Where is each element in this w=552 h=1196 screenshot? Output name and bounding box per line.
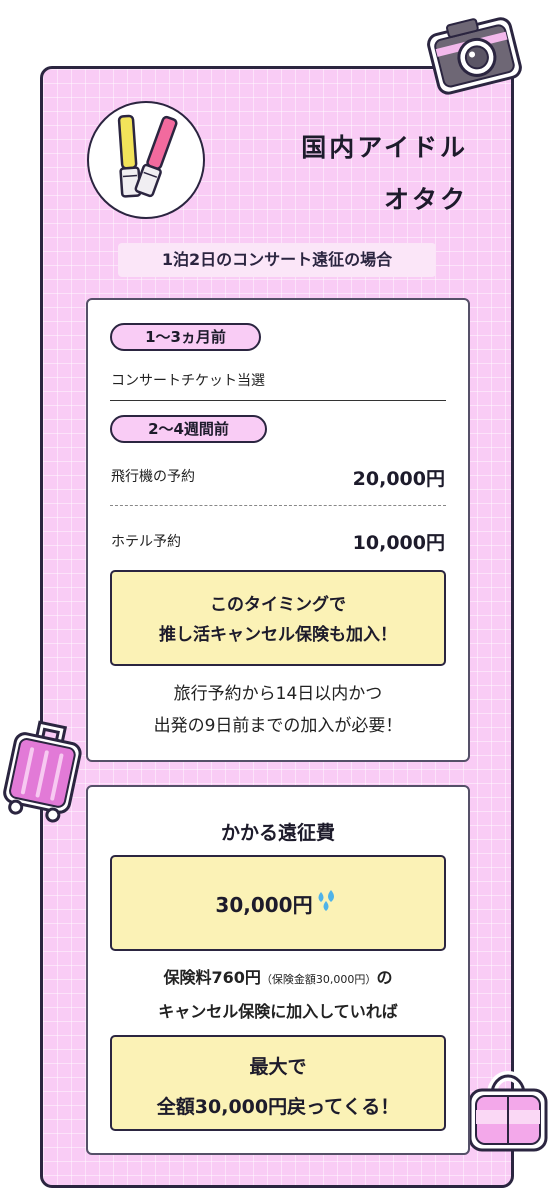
penlight-icon	[117, 114, 178, 198]
ticket-won-text: コンサートチケット当選	[111, 373, 265, 389]
premium-line-1: 保険料760円（保険金額30,000円）の	[86, 962, 470, 996]
insurance-callout: このタイミングで 推し活キャンセル保険も加入！	[110, 570, 446, 666]
step1-badge: 1〜3ヵ月前	[110, 323, 261, 351]
suitcase-icon	[3, 720, 82, 823]
refund-line-1: 最大で	[249, 1056, 307, 1078]
flight-price: 20,000円	[352, 468, 445, 490]
callout-line-1: このタイミングで	[210, 595, 346, 615]
camera-icon	[427, 17, 522, 95]
title-line-2: オタク	[383, 185, 468, 214]
refund-callout: 最大で 全額30,000円戻ってくる！	[110, 1035, 446, 1131]
cost-amount-box: 30,000円	[110, 855, 446, 951]
cost-amount: 30,000円	[215, 892, 313, 917]
refund-line-2: 全額30,000円戻ってくる！	[156, 1096, 400, 1118]
premium-amount: 保険料760円	[163, 968, 261, 987]
premium-note: 保険料760円（保険金額30,000円）の キャンセル保険に加入していれば	[86, 962, 470, 1028]
coverage-amount: （保険金額30,000円）	[260, 973, 377, 986]
note-line-1: 旅行予約から14日以内かつ	[173, 684, 383, 704]
note-line-2: 出発の9日前までの加入が必要！	[153, 716, 403, 736]
premium-suffix: の	[376, 968, 393, 987]
divider	[110, 400, 446, 401]
scenario-subtitle: 1泊2日のコンサート遠征の場合	[118, 243, 436, 277]
hotel-label: ホテル予約	[111, 534, 181, 550]
title-line-1: 国内アイドル	[301, 133, 468, 162]
step2-badge: 2〜4週間前	[110, 415, 267, 443]
page-title: 国内アイドル オタク	[301, 122, 468, 226]
callout-line-2: 推し活キャンセル保険も加入！	[159, 625, 397, 645]
flight-label: 飛行機の予約	[111, 469, 195, 485]
dashed-divider	[110, 505, 446, 506]
sweat-drops-icon	[318, 890, 334, 911]
bag-icon	[468, 1071, 548, 1152]
cost-title: かかる遠征費	[220, 822, 335, 844]
hotel-price: 10,000円	[352, 532, 445, 554]
deadline-note: 旅行予約から14日以内かつ 出発の9日前までの加入が必要！	[86, 678, 470, 742]
premium-line-2: キャンセル保険に加入していれば	[158, 1002, 398, 1021]
